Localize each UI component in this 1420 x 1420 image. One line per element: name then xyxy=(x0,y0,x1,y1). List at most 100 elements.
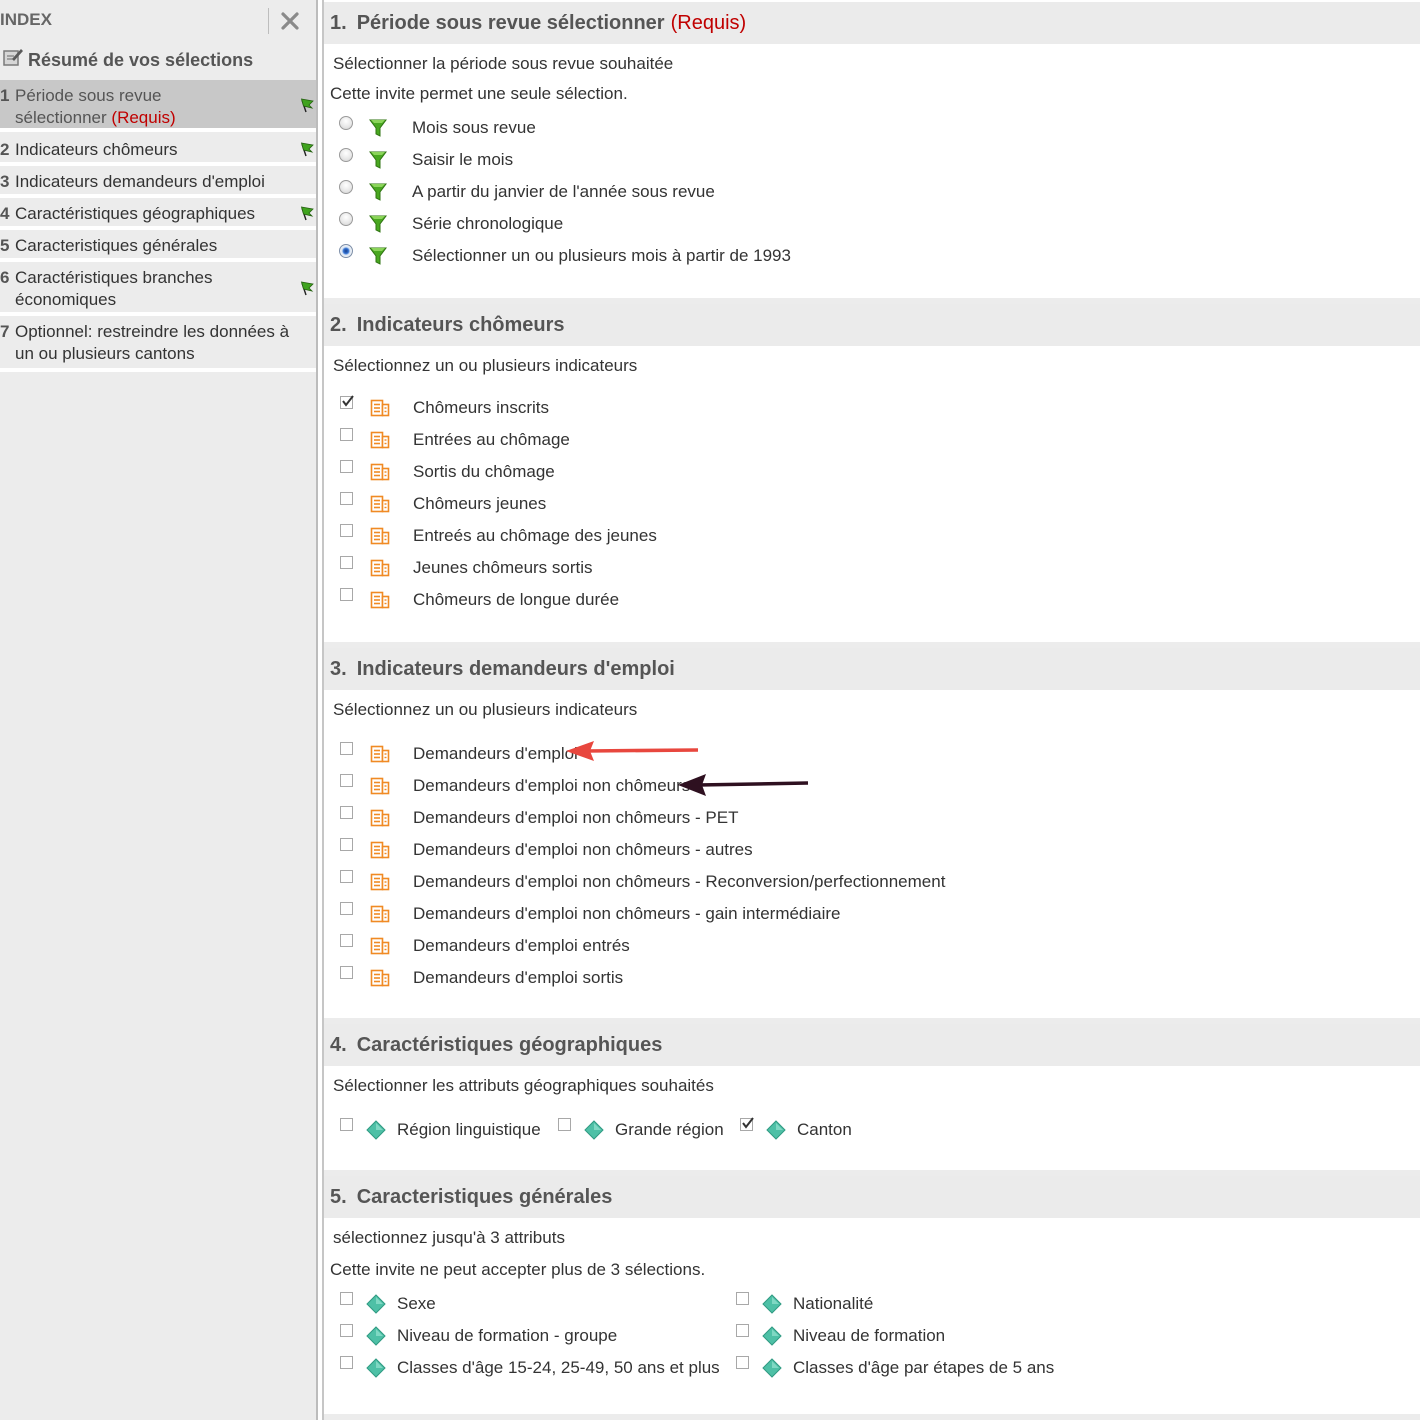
section-number: 2. xyxy=(330,314,347,336)
option-item[interactable]: Demandeurs d'emploi non chômeurs - Recon… xyxy=(340,868,1040,896)
option-item[interactable]: A partir du janvier de l'année sous revu… xyxy=(339,178,1039,206)
checkbox[interactable] xyxy=(340,934,353,947)
option-label: Entreés au chômage des jeunes xyxy=(413,526,657,545)
index-title: INDEX xyxy=(0,10,52,29)
checkbox[interactable] xyxy=(340,902,353,915)
section-title: Période sous revue sélectionner xyxy=(356,12,665,34)
metric-report-icon xyxy=(370,808,390,833)
funnel-filter-icon xyxy=(369,246,387,271)
option-item[interactable]: Saisir le mois xyxy=(339,146,1039,174)
checkbox[interactable] xyxy=(340,806,353,819)
close-icon[interactable] xyxy=(280,11,300,31)
option-item[interactable]: Demandeurs d'emploi entrés xyxy=(340,932,1040,960)
nav-label: Indicateurs demandeurs d'emploi xyxy=(15,172,265,191)
checkbox[interactable] xyxy=(340,1356,353,1369)
option-item[interactable]: Nationalité xyxy=(736,1290,1420,1318)
checkbox[interactable] xyxy=(340,492,353,505)
sidebar-header: INDEX xyxy=(0,0,318,42)
checkbox[interactable] xyxy=(340,395,354,409)
sidebar-item-caracteristiques-geographiques[interactable]: 4 Caractéristiques géographiques xyxy=(0,200,316,230)
radio-button[interactable] xyxy=(339,116,353,130)
option-item[interactable]: Canton xyxy=(740,1116,1420,1144)
metric-report-icon xyxy=(370,526,390,551)
checkbox[interactable] xyxy=(736,1324,749,1337)
checkbox[interactable] xyxy=(340,1324,353,1337)
nav-label: Caractéristiques géographiques xyxy=(15,204,256,223)
option-item[interactable]: Chômeurs de longue durée xyxy=(340,586,1040,614)
section-5-note: Cette invite ne peut accepter plus de 3 … xyxy=(330,1260,706,1279)
checkbox[interactable] xyxy=(340,556,353,569)
option-item[interactable]: Classes d'âge par étapes de 5 ans xyxy=(736,1354,1420,1382)
checkbox[interactable] xyxy=(340,460,353,473)
option-item[interactable]: Entreés au chômage des jeunes xyxy=(340,522,1040,550)
metric-report-icon xyxy=(370,872,390,897)
option-item[interactable]: Demandeurs d'emploi non chômeurs - autre… xyxy=(340,836,1040,864)
section-5-header: 5. Caracteristiques générales xyxy=(324,1176,1420,1218)
sidebar-item-cantons[interactable]: 7 Optionnel: restreindre les données à u… xyxy=(0,318,316,372)
diamond-attribute-icon xyxy=(366,1120,386,1145)
checkbox[interactable] xyxy=(340,838,353,851)
checkbox[interactable] xyxy=(558,1118,571,1131)
metric-report-icon xyxy=(370,744,390,769)
sidebar-item-periode[interactable]: 1 Période sous revue sélectionner (Requi… xyxy=(0,80,316,132)
option-item[interactable]: Chômeurs inscrits xyxy=(340,394,1040,422)
option-item[interactable]: Demandeurs d'emploi non chômeurs - gain … xyxy=(340,900,1040,928)
section-3-header: 3. Indicateurs demandeurs d'emploi xyxy=(324,648,1420,690)
funnel-filter-icon xyxy=(369,214,387,239)
radio-button[interactable] xyxy=(339,212,353,226)
option-item[interactable]: Demandeurs d'emploi sortis xyxy=(340,964,1040,992)
checkbox[interactable] xyxy=(736,1292,749,1305)
checkbox[interactable] xyxy=(340,1292,353,1305)
checkbox[interactable] xyxy=(340,742,353,755)
checkbox[interactable] xyxy=(340,588,353,601)
option-label: Jeunes chômeurs sortis xyxy=(413,558,593,577)
radio-button[interactable] xyxy=(339,244,353,258)
nav-number: 5 xyxy=(0,236,10,255)
option-label: Chômeurs jeunes xyxy=(413,494,547,513)
sidebar-item-caracteristiques-generales[interactable]: 5 Caracteristiques générales xyxy=(0,232,316,262)
option-item[interactable]: Niveau de formation xyxy=(736,1322,1420,1350)
metric-report-icon xyxy=(370,776,390,801)
radio-button[interactable] xyxy=(339,148,353,162)
selection-summary-link[interactable]: Résumé de vos sélections xyxy=(0,46,318,74)
nav-label-line1: Période sous revue xyxy=(15,86,162,105)
diamond-attribute-icon xyxy=(366,1358,386,1383)
checkbox[interactable] xyxy=(340,1118,353,1131)
checkbox[interactable] xyxy=(340,774,353,787)
option-item[interactable]: Sortis du chômage xyxy=(340,458,1040,486)
funnel-filter-icon xyxy=(369,182,387,207)
nav-label-line1: Caractéristiques branches xyxy=(15,268,213,287)
option-item[interactable]: Jeunes chômeurs sortis xyxy=(340,554,1040,582)
sidebar-item-indicateurs-chomeurs[interactable]: 2 Indicateurs chômeurs xyxy=(0,136,316,166)
option-label: Demandeurs d'emploi non chômeurs - gain … xyxy=(413,904,841,923)
metric-report-icon xyxy=(370,590,390,615)
sidebar-item-branches-economiques[interactable]: 6 Caractéristiques branches économiques xyxy=(0,264,316,316)
checkbox[interactable] xyxy=(340,524,353,537)
option-item[interactable]: Chômeurs jeunes xyxy=(340,490,1040,518)
summary-label: Résumé de vos sélections xyxy=(28,50,254,70)
checkbox[interactable] xyxy=(340,870,353,883)
option-item[interactable]: Série chronologique xyxy=(339,210,1039,238)
sidebar-item-indicateurs-demandeurs[interactable]: 3 Indicateurs demandeurs d'emploi xyxy=(0,168,316,198)
checkbox[interactable] xyxy=(340,966,353,979)
section-number: 1. xyxy=(330,12,347,34)
checkbox[interactable] xyxy=(340,428,353,441)
metric-report-icon xyxy=(370,398,390,423)
red-annotation-arrow xyxy=(566,741,699,761)
checkbox[interactable] xyxy=(740,1117,754,1131)
option-item[interactable]: Entrées au chômage xyxy=(340,426,1040,454)
section-3-instruction: Sélectionnez un ou plusieurs indicateurs xyxy=(333,700,638,719)
option-item[interactable]: Sélectionner un ou plusieurs mois à part… xyxy=(339,242,1039,270)
option-label: Niveau de formation xyxy=(793,1326,946,1345)
checkbox[interactable] xyxy=(736,1356,749,1369)
option-item[interactable]: Demandeurs d'emploi non chômeurs - PET xyxy=(340,804,1040,832)
option-label: Région linguistique xyxy=(397,1120,541,1139)
green-flag-icon xyxy=(300,206,314,221)
option-item[interactable]: Mois sous revue xyxy=(339,114,1039,142)
nav-label-line2: sélectionner (Requis) xyxy=(15,107,290,129)
radio-button[interactable] xyxy=(339,180,353,194)
option-label: Chômeurs inscrits xyxy=(413,398,550,417)
section-number: 4. xyxy=(330,1034,347,1056)
diamond-attribute-icon xyxy=(366,1326,386,1351)
option-label: Mois sous revue xyxy=(412,118,536,137)
